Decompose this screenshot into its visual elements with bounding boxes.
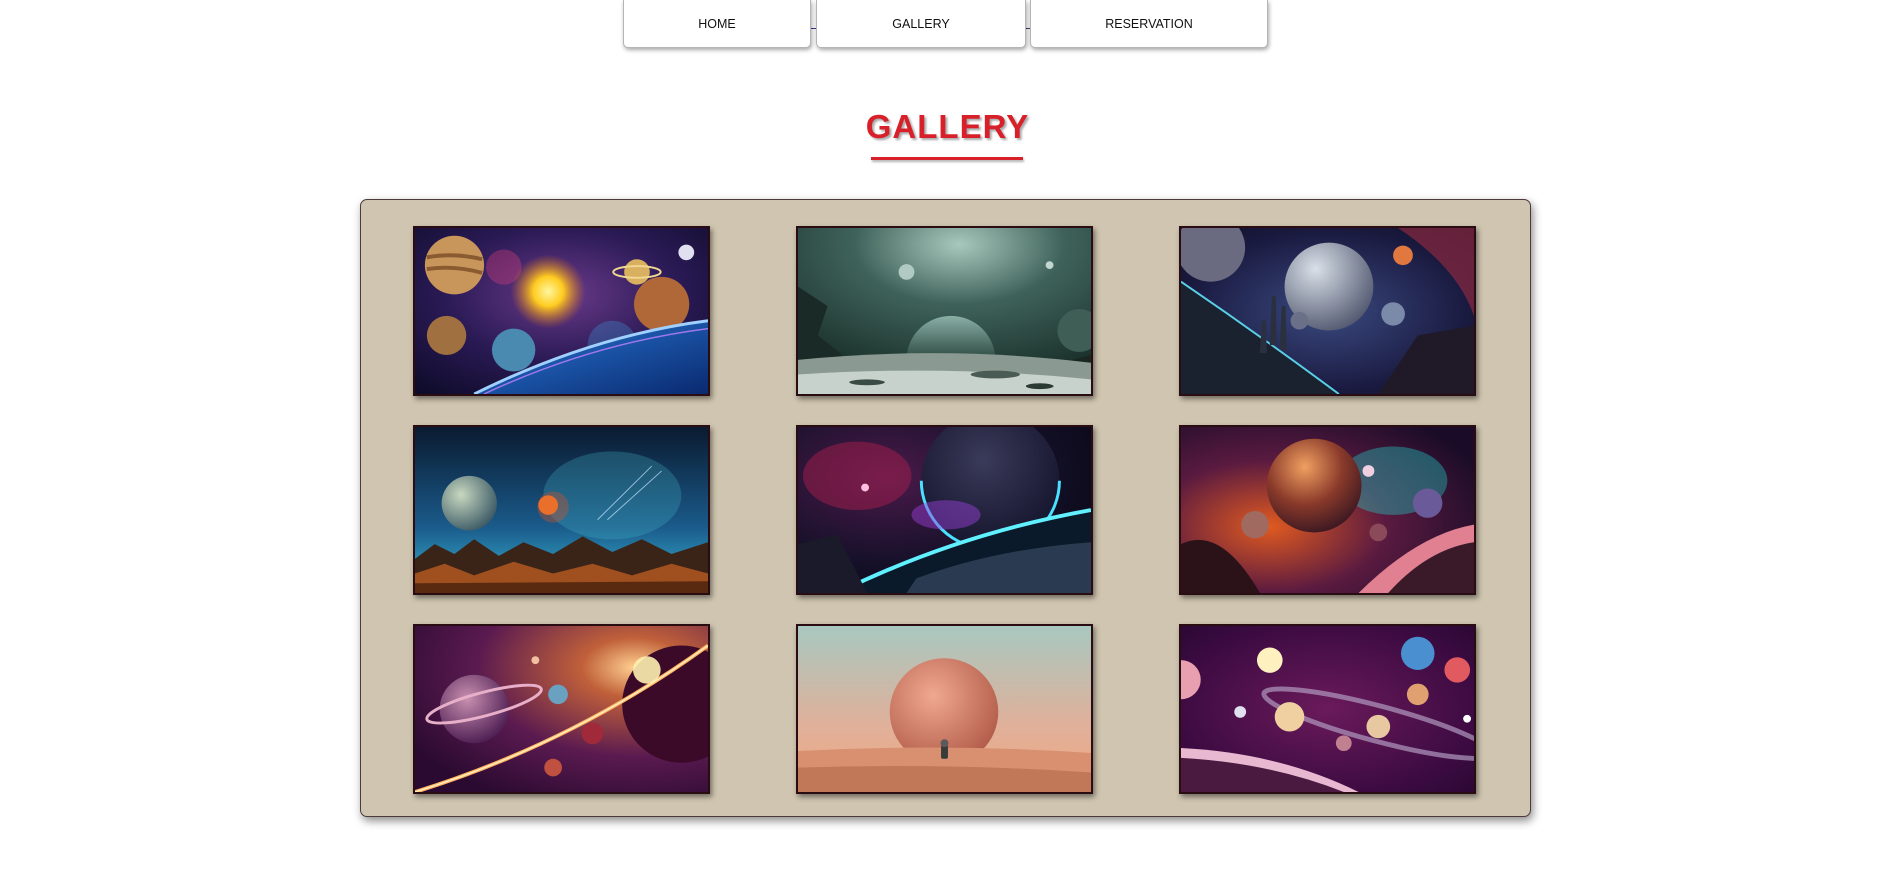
green-moon-landscape-image [798, 228, 1091, 394]
gallery-image-9[interactable] [1179, 624, 1476, 794]
purple-planets-ring-image [1181, 626, 1474, 792]
gallery-image-4[interactable] [413, 425, 710, 595]
cyan-glowing-planet-image [798, 427, 1091, 593]
gallery-image-2[interactable] [796, 226, 1093, 396]
blue-planet-mountains-image [415, 427, 708, 593]
nav-reservation-button[interactable]: RESERVATION [1030, 0, 1268, 48]
title-underline [871, 157, 1023, 160]
gallery-image-3[interactable] [1179, 226, 1476, 396]
astronaut-desert-moon-image [798, 626, 1091, 792]
gallery-image-7[interactable] [413, 624, 710, 794]
gallery-image-5[interactable] [796, 425, 1093, 595]
gallery-image-8[interactable] [796, 624, 1093, 794]
gallery-image-6[interactable] [1179, 425, 1476, 595]
orange-nebula-planets-image [1181, 427, 1474, 593]
purple-ringed-planet-image [415, 626, 708, 792]
solar-system-image [415, 228, 708, 394]
planets-over-ruins-image [1181, 228, 1474, 394]
nav-home-button[interactable]: HOME [623, 0, 811, 48]
gallery-image-1[interactable] [413, 226, 710, 396]
page-title: GALLERY [865, 108, 1030, 145]
nav-gallery-button[interactable]: GALLERY [816, 0, 1026, 48]
gallery-panel [360, 199, 1531, 817]
